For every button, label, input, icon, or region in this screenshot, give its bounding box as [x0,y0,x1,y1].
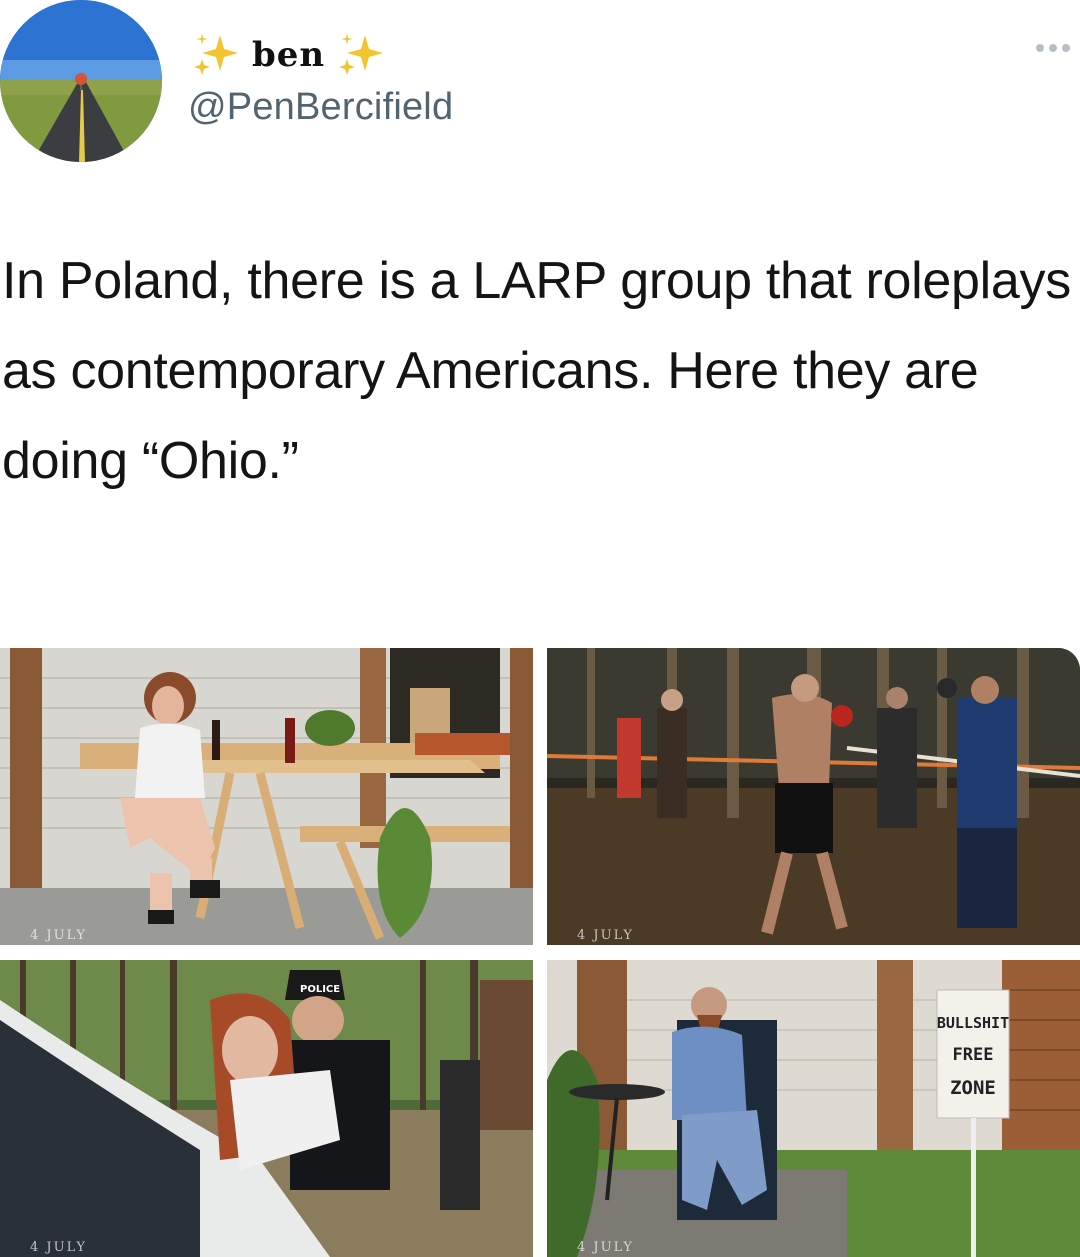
photo-watermark: 4 JULY [577,1240,634,1255]
dot [1036,44,1044,52]
cap-text: POLICE [300,984,340,995]
more-options-icon[interactable] [1036,44,1070,52]
sparkles-icon [339,33,384,75]
photo-watermark: 4 JULY [30,1240,87,1255]
handle[interactable]: @PenBercifield [188,86,453,129]
photo-police-arrest[interactable]: POLICE 4 JULY [0,960,533,1257]
photo-forest-boxing[interactable]: 4 JULY [547,648,1080,945]
photo-watermark: 4 JULY [577,928,634,943]
media-grid: 4 JULY 4 JULY POLICE 4 JULY BULLSHIT FRE… [0,648,1080,1257]
display-name[interactable]: ben [252,35,325,75]
dot [1062,44,1070,52]
photo-bullshit-free-zone[interactable]: BULLSHIT FREE ZONE 4 JULY [547,960,1080,1257]
sign-line-3: ZONE [950,1077,996,1099]
tweet-text: In Poland, there is a LARP group that ro… [2,252,1071,490]
author-name-row[interactable]: ben [190,26,387,84]
sign-line-2: FREE [953,1045,994,1065]
sign-line-1: BULLSHIT [937,1014,1009,1032]
sparkles-icon [194,33,238,75]
photo-watermark: 4 JULY [30,928,87,943]
avatar[interactable] [0,0,162,162]
photo-porch-picnic[interactable]: 4 JULY [0,648,533,945]
dot [1049,44,1057,52]
